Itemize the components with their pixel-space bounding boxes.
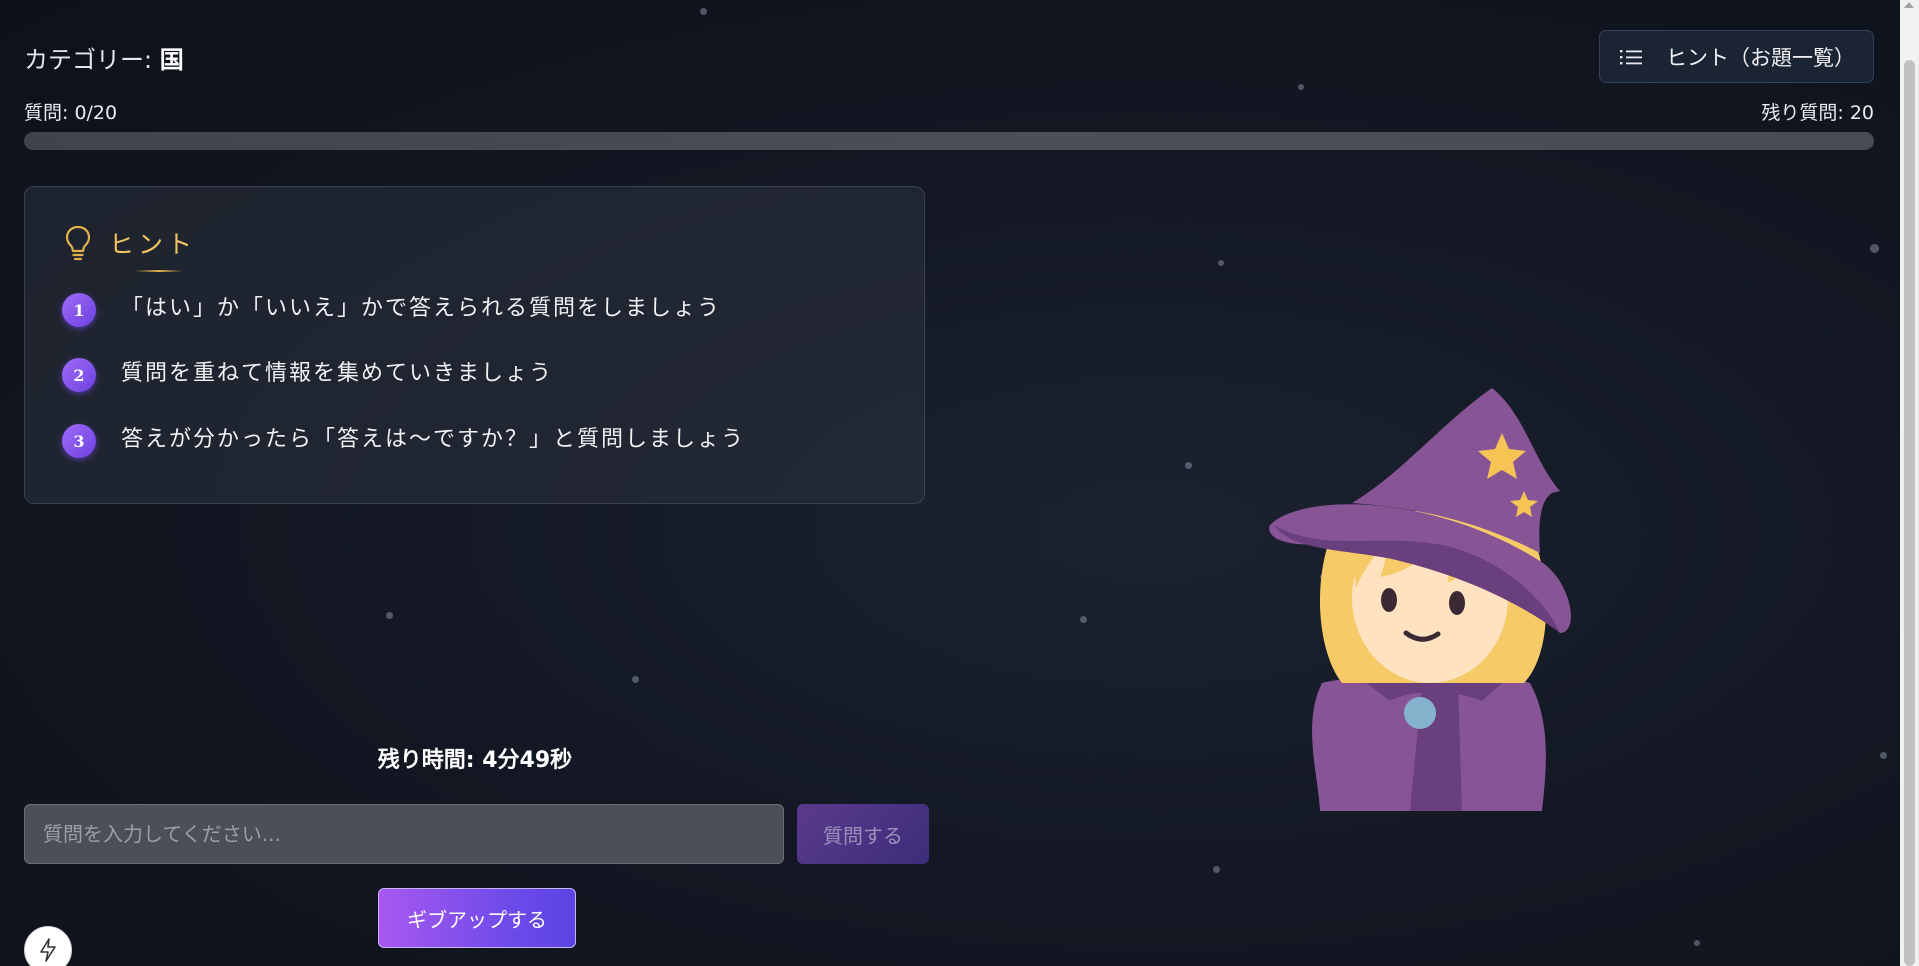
time-remaining: 残り時間: 4分49秒 (377, 748, 573, 773)
hint-item: 2 質問を重ねて情報を集めていきましょう (62, 358, 553, 392)
question-count: 質問: 0/20 (24, 102, 118, 124)
hint-card: ヒント 1 「はい」か「いいえ」かで答えられる質問をしましょう 2 質問を重ねて… (24, 186, 925, 504)
page-scrollbar[interactable] (1900, 0, 1919, 966)
hint-title: ヒント (109, 230, 197, 259)
hint-text: 質問を重ねて情報を集めていきましょう (121, 361, 554, 386)
hint-list-button[interactable]: ヒント（お題一覧） (1599, 30, 1874, 83)
scroll-up-arrow-icon[interactable] (1904, 2, 1914, 8)
hint-header: ヒント (65, 225, 196, 261)
category-label: カテゴリー: (24, 46, 153, 74)
list-icon (1620, 49, 1642, 64)
question-input[interactable] (24, 804, 784, 864)
background-star (1218, 260, 1224, 266)
give-up-button[interactable]: ギブアップする (378, 888, 576, 948)
background-star (1185, 462, 1192, 469)
hint-title-underline (135, 270, 183, 272)
background-star (1870, 244, 1879, 253)
hint-text: 答えが分かったら「答えは〜ですか？」と質問しましょう (121, 427, 746, 452)
background-star (1298, 84, 1304, 90)
background-star (632, 676, 639, 683)
hint-list-button-label: ヒント（お題一覧） (1666, 45, 1855, 70)
witch-character (1269, 388, 1571, 811)
questions-remaining: 残り質問: 20 (1761, 102, 1874, 124)
background-star (1694, 940, 1700, 946)
hint-item: 3 答えが分かったら「答えは〜ですか？」と質問しましょう (62, 424, 745, 458)
background-star (1080, 616, 1087, 623)
background-star (1880, 752, 1887, 759)
hint-number-badge: 2 (62, 358, 96, 392)
background-star (700, 8, 707, 15)
lightning-icon (40, 938, 56, 962)
category-value: 国 (159, 46, 184, 74)
hint-text: 「はい」か「いいえ」かで答えられる質問をしましょう (121, 296, 722, 321)
lightning-button[interactable] (24, 926, 72, 966)
lightbulb-icon (65, 225, 91, 261)
scrollbar-thumb[interactable] (1904, 60, 1915, 966)
hint-item: 1 「はい」か「いいえ」かで答えられる質問をしましょう (62, 293, 721, 327)
hint-number-badge: 3 (62, 424, 96, 458)
question-progress-bar (24, 132, 1874, 150)
category-display: カテゴリー: 国 (24, 40, 184, 75)
hint-number-badge: 1 (62, 293, 96, 327)
ask-question-button[interactable]: 質問する (797, 804, 929, 864)
background-star (386, 612, 393, 619)
background-star (1213, 866, 1220, 873)
